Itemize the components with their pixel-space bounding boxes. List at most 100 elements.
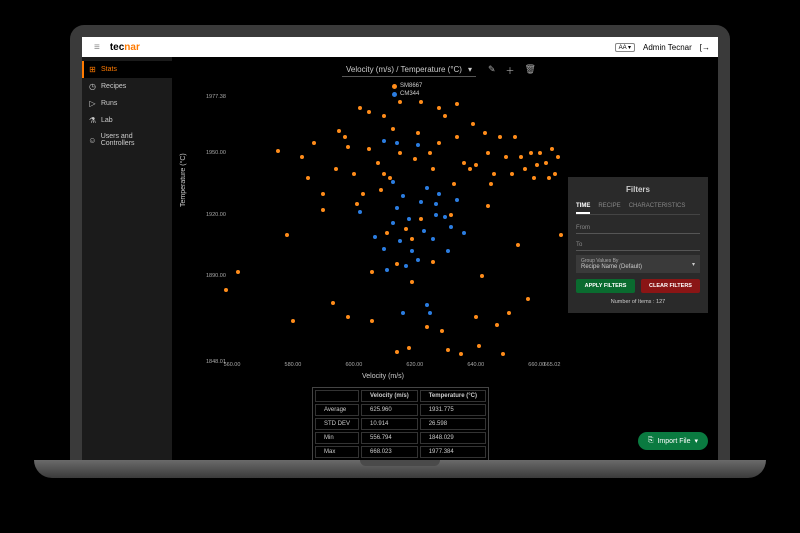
- legend-label: SM8667: [400, 83, 422, 89]
- stats-row: Average625.9601931.775: [315, 404, 486, 416]
- data-point: [483, 131, 487, 135]
- sidebar-item-stats[interactable]: ⊞ Stats: [82, 61, 172, 78]
- data-point: [544, 161, 548, 165]
- data-point: [404, 264, 408, 268]
- data-point: [398, 239, 402, 243]
- data-point: [504, 155, 508, 159]
- data-point: [291, 319, 295, 323]
- add-icon[interactable]: ＋: [506, 64, 515, 77]
- data-point: [346, 145, 350, 149]
- data-point: [550, 147, 554, 151]
- data-point: [535, 163, 539, 167]
- data-point: [492, 172, 496, 176]
- sidebar-item-users-and-controllers[interactable]: ☺Users and Controllers: [82, 129, 172, 151]
- group-by-dropdown[interactable]: Group Values By Recipe Name (Default) ▾: [576, 255, 700, 273]
- delete-icon[interactable]: 🗑: [525, 64, 536, 77]
- data-point: [398, 151, 402, 155]
- sidebar-item-label: Runs: [101, 100, 117, 107]
- data-point: [422, 229, 426, 233]
- data-point: [474, 163, 478, 167]
- data-point: [413, 157, 417, 161]
- filter-tab-recipe[interactable]: RECIPE: [598, 200, 620, 214]
- data-point: [559, 233, 563, 237]
- data-point: [416, 131, 420, 135]
- clear-filters-button[interactable]: CLEAR FILTERS: [641, 279, 700, 293]
- x-tick: 660.00: [528, 362, 545, 368]
- data-point: [440, 329, 444, 333]
- x-tick: 665.02: [544, 362, 561, 368]
- legend-dot: [392, 92, 397, 97]
- data-point: [538, 151, 542, 155]
- edit-icon[interactable]: ✎: [488, 64, 496, 77]
- x-tick: 640.00: [467, 362, 484, 368]
- y-tick: 1890.00: [206, 273, 226, 279]
- data-point: [361, 192, 365, 196]
- data-point: [437, 192, 441, 196]
- stats-row: STD DEV10.91426.598: [315, 418, 486, 430]
- filter-tab-characteristics[interactable]: CHARACTERISTICS: [629, 200, 686, 214]
- data-point: [446, 348, 450, 352]
- data-point: [358, 106, 362, 110]
- chart-selector-dropdown[interactable]: Velocity (m/s) / Temperature (°C) ▾: [342, 63, 476, 77]
- x-tick: 600.00: [345, 362, 362, 368]
- data-point: [391, 221, 395, 225]
- data-point: [416, 258, 420, 262]
- sidebar-item-lab[interactable]: ⚗Lab: [82, 112, 172, 129]
- runs-icon: ▷: [88, 99, 97, 108]
- data-point: [395, 206, 399, 210]
- data-point: [370, 319, 374, 323]
- sidebar-item-recipes[interactable]: ◷Recipes: [82, 78, 172, 95]
- data-point: [434, 202, 438, 206]
- data-point: [416, 143, 420, 147]
- stats-table: Velocity (m/s)Temperature (°C)Average625…: [312, 387, 489, 461]
- data-point: [455, 198, 459, 202]
- app-screen: ≡ tecnar AA ▾ Admin Tecnar [→ ⊞ Stats ◷Rec…: [82, 37, 718, 460]
- filter-tab-time[interactable]: TIME: [576, 200, 590, 214]
- data-point: [519, 155, 523, 159]
- data-point: [346, 315, 350, 319]
- data-point: [474, 315, 478, 319]
- main-area: Velocity (m/s) / Temperature (°C) ▾ ✎ ＋ …: [172, 57, 718, 460]
- x-tick: 580.00: [285, 362, 302, 368]
- data-point: [382, 247, 386, 251]
- chart-selector-label: Velocity (m/s) / Temperature (°C): [346, 65, 462, 74]
- logo: tecnar: [110, 42, 140, 53]
- sidebar-item-label: Lab: [101, 117, 113, 124]
- scatter-plot: [232, 97, 552, 362]
- data-point: [547, 176, 551, 180]
- data-point: [410, 249, 414, 253]
- data-point: [236, 270, 240, 274]
- menu-icon[interactable]: ≡: [90, 42, 104, 53]
- data-point: [452, 182, 456, 186]
- laptop-frame: ≡ tecnar AA ▾ Admin Tecnar [→ ⊞ Stats ◷Rec…: [70, 25, 730, 460]
- import-file-button[interactable]: ⎘ Import File ▾: [638, 432, 708, 450]
- data-point: [382, 172, 386, 176]
- data-point: [489, 182, 493, 186]
- data-point: [224, 288, 228, 292]
- data-point: [449, 213, 453, 217]
- data-point: [321, 192, 325, 196]
- legend-dot: [392, 84, 397, 89]
- data-point: [300, 155, 304, 159]
- lang-selector[interactable]: AA ▾: [615, 43, 635, 52]
- y-tick: 1950.00: [206, 150, 226, 156]
- data-point: [355, 202, 359, 206]
- data-point: [367, 110, 371, 114]
- data-point: [510, 172, 514, 176]
- to-field[interactable]: To: [576, 238, 700, 251]
- y-axis-label: Temperature (°C): [180, 153, 187, 207]
- stats-icon: ⊞: [88, 65, 97, 74]
- chevron-down-icon: ▾: [694, 437, 698, 445]
- stats-row: Min556.7941848.029: [315, 432, 486, 444]
- data-point: [455, 102, 459, 106]
- user-name: Admin Tecnar: [643, 43, 692, 52]
- sidebar-item-label: Stats: [101, 66, 117, 73]
- data-point: [410, 237, 414, 241]
- sidebar-item-runs[interactable]: ▷ Runs: [82, 95, 172, 112]
- data-point: [352, 172, 356, 176]
- sidebar-item-label: Recipes: [101, 83, 126, 90]
- logout-icon[interactable]: [→: [700, 43, 710, 52]
- from-field[interactable]: From: [576, 221, 700, 234]
- apply-filters-button[interactable]: APPLY FILTERS: [576, 279, 635, 293]
- data-point: [462, 161, 466, 165]
